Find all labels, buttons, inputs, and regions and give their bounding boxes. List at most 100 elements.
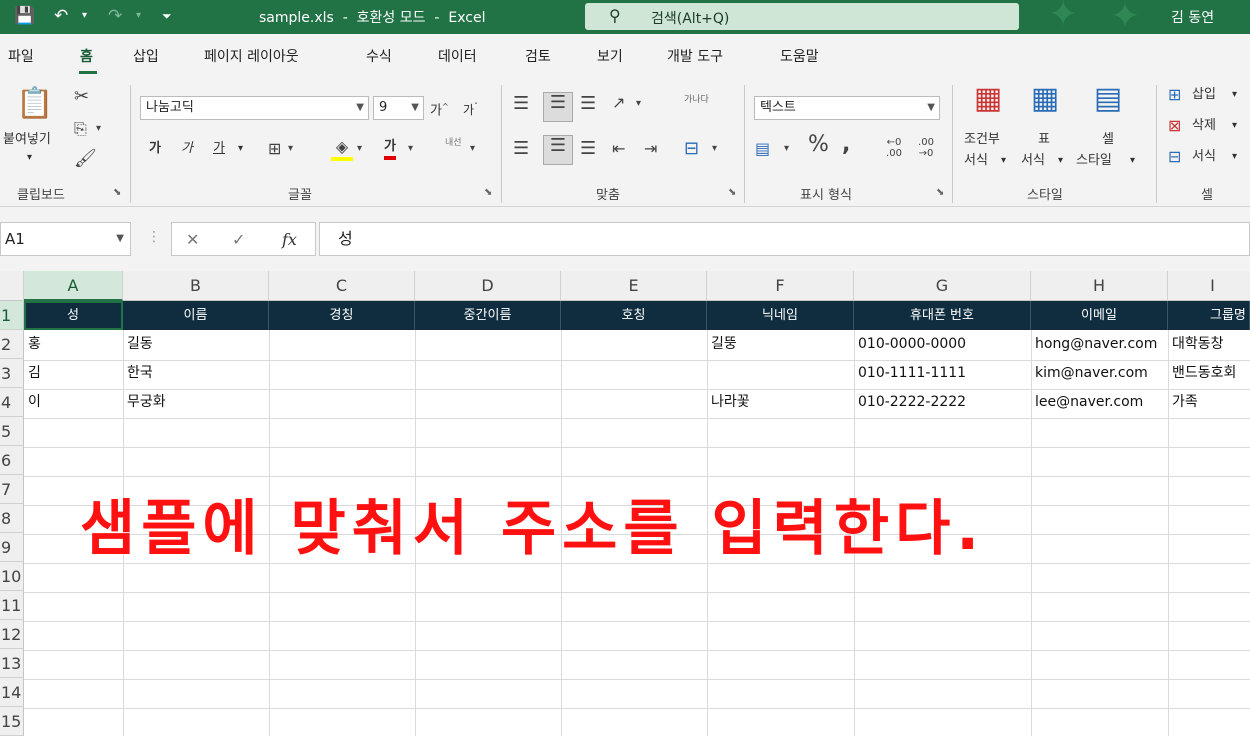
table-cell[interactable]: 밴드동호회 [1168, 359, 1250, 388]
row-header-9[interactable]: 9 [0, 533, 24, 562]
cell-styles-dropdown-icon[interactable]: ▾ [1130, 152, 1135, 170]
copy-icon[interactable]: ⎘ [74, 119, 87, 139]
merge-dropdown-icon[interactable]: ▾ [712, 139, 717, 159]
table-cell[interactable]: 무궁화 [123, 388, 269, 417]
format-cells-button[interactable]: 서식 [1192, 148, 1216, 166]
font-launcher-icon[interactable]: ⬊ [484, 187, 492, 198]
header-cell[interactable]: 그룹명 [1168, 301, 1250, 330]
border-dropdown-icon[interactable]: ▾ [288, 139, 293, 159]
conditional-dropdown-icon[interactable]: ▾ [1001, 152, 1006, 170]
format-as-table-label1[interactable]: 표 [1038, 131, 1050, 149]
undo-icon[interactable]: ↶ [54, 4, 68, 28]
phonetic-button[interactable]: 내선 [445, 134, 462, 152]
insert-cells-button[interactable]: 삽입 [1192, 86, 1216, 104]
insert-cells-icon[interactable]: ⊞ [1168, 85, 1181, 105]
row-header-11[interactable]: 11 [0, 591, 24, 620]
decrease-decimal-icon[interactable]: .00 →0 [912, 137, 940, 159]
align-left-icon[interactable]: ☰ [513, 139, 529, 159]
conditional-formatting-icon[interactable]: ▦ [968, 84, 1008, 125]
column-header-h[interactable]: H [1031, 271, 1168, 301]
column-header-f[interactable]: F [707, 271, 854, 301]
tab-insert[interactable]: 삽입 [133, 46, 159, 66]
align-middle-icon[interactable]: ☰ [543, 92, 573, 122]
format-dropdown-icon[interactable]: ▾ [1232, 148, 1237, 166]
cancel-icon[interactable]: ✕ [186, 230, 199, 249]
table-cell[interactable]: 길동 [123, 330, 269, 359]
table-cell[interactable]: lee@naver.com [1031, 388, 1168, 417]
user-name[interactable]: 김 동연 [1171, 7, 1214, 27]
row-header-8[interactable]: 8 [0, 504, 24, 533]
table-dropdown-icon[interactable]: ▾ [1058, 152, 1063, 170]
save-icon[interactable]: 💾 [14, 4, 35, 28]
table-cell[interactable]: 가족 [1168, 388, 1250, 417]
bold-button[interactable]: 가 [149, 140, 161, 158]
tab-formulas[interactable]: 수식 [366, 46, 392, 66]
table-cell[interactable]: 나라꽃 [707, 388, 854, 417]
row-header-7[interactable]: 7 [0, 475, 24, 504]
conditional-formatting-label2[interactable]: 서식 [964, 152, 988, 170]
row-header-2[interactable]: 2 [0, 330, 24, 359]
conditional-formatting-label1[interactable]: 조건부 [964, 131, 1000, 149]
underline-dropdown-icon[interactable]: ▾ [238, 140, 243, 158]
cut-icon[interactable]: ✂ [74, 87, 89, 107]
table-cell[interactable]: kim@naver.com [1031, 359, 1168, 388]
delete-dropdown-icon[interactable]: ▾ [1232, 117, 1237, 135]
comma-style-icon[interactable]: , [842, 134, 850, 156]
font-name-combo[interactable]: 나눔고딕 ▼ [140, 96, 369, 120]
font-size-combo[interactable]: 9 ▼ [373, 96, 424, 120]
column-header-d[interactable]: D [415, 271, 561, 301]
percent-icon[interactable]: % [808, 134, 829, 156]
orientation-dropdown-icon[interactable]: ▾ [636, 94, 641, 114]
tab-developer[interactable]: 개발 도구 [667, 46, 723, 66]
fill-color-dropdown-icon[interactable]: ▾ [357, 139, 362, 159]
tab-page-layout[interactable]: 페이지 레이아웃 [204, 46, 299, 66]
table-cell[interactable]: 010-2222-2222 [854, 388, 1031, 417]
clipboard-launcher-icon[interactable]: ⬊ [113, 187, 121, 198]
table-cell[interactable]: 이 [24, 388, 123, 417]
align-center-icon[interactable]: ☰ [543, 135, 573, 165]
alignment-launcher-icon[interactable]: ⬊ [728, 187, 736, 198]
column-header-c[interactable]: C [269, 271, 415, 301]
format-painter-icon[interactable]: 🖌 [74, 149, 97, 169]
formula-input[interactable]: 성 [319, 222, 1250, 256]
row-header-3[interactable]: 3 [0, 359, 24, 388]
insert-dropdown-icon[interactable]: ▾ [1232, 86, 1237, 104]
orientation-icon[interactable]: ↗ [612, 93, 625, 113]
cell-styles-label2[interactable]: 스타일 [1076, 152, 1112, 170]
row-header-6[interactable]: 6 [0, 446, 24, 475]
undo-dropdown-icon[interactable]: ▾ [82, 4, 87, 28]
row-header-10[interactable]: 10 [0, 562, 24, 591]
align-top-icon[interactable]: ☰ [513, 94, 529, 114]
underline-button[interactable]: 가 [213, 140, 225, 158]
increase-font-icon[interactable]: 가^ [430, 98, 449, 120]
format-as-table-icon[interactable]: ▦ [1025, 84, 1065, 125]
wrap-text-button[interactable]: 가나다 [684, 95, 712, 106]
phonetic-dropdown-icon[interactable]: ▾ [470, 139, 475, 159]
header-cell[interactable]: 경칭 [269, 301, 415, 330]
increase-indent-icon[interactable]: ⇥ [644, 139, 657, 159]
column-header-e[interactable]: E [561, 271, 707, 301]
delete-cells-button[interactable]: 삭제 [1192, 117, 1216, 135]
table-cell[interactable]: 한국 [123, 359, 269, 388]
table-cell[interactable]: 길뚱 [707, 330, 854, 359]
fill-color-icon[interactable]: ◈ [331, 137, 353, 161]
number-format-combo[interactable]: 텍스트 ▼ [754, 96, 940, 120]
delete-cells-icon[interactable]: ⊠ [1168, 116, 1181, 136]
italic-button[interactable]: 가 [181, 140, 193, 158]
paste-icon[interactable]: 📋 [16, 87, 53, 121]
header-cell[interactable]: 성 [24, 301, 123, 330]
header-cell[interactable]: 호칭 [561, 301, 707, 330]
row-header-13[interactable]: 13 [0, 649, 24, 678]
customize-toolbar-icon[interactable]: ⏷ [162, 4, 172, 28]
tab-help[interactable]: 도움말 [780, 46, 819, 66]
row-header-4[interactable]: 4 [0, 388, 24, 417]
increase-decimal-icon[interactable]: ←0.00 [880, 137, 908, 159]
format-as-table-label2[interactable]: 서식 [1021, 152, 1045, 170]
tab-data[interactable]: 데이터 [438, 46, 477, 66]
decrease-indent-icon[interactable]: ⇤ [612, 139, 625, 159]
decrease-font-icon[interactable]: 가ˇ [463, 98, 478, 119]
name-box[interactable]: A1 ▼ [0, 222, 131, 256]
header-cell[interactable]: 이름 [123, 301, 269, 330]
header-cell[interactable]: 닉네임 [707, 301, 854, 330]
table-cell[interactable]: 홍 [24, 330, 123, 359]
